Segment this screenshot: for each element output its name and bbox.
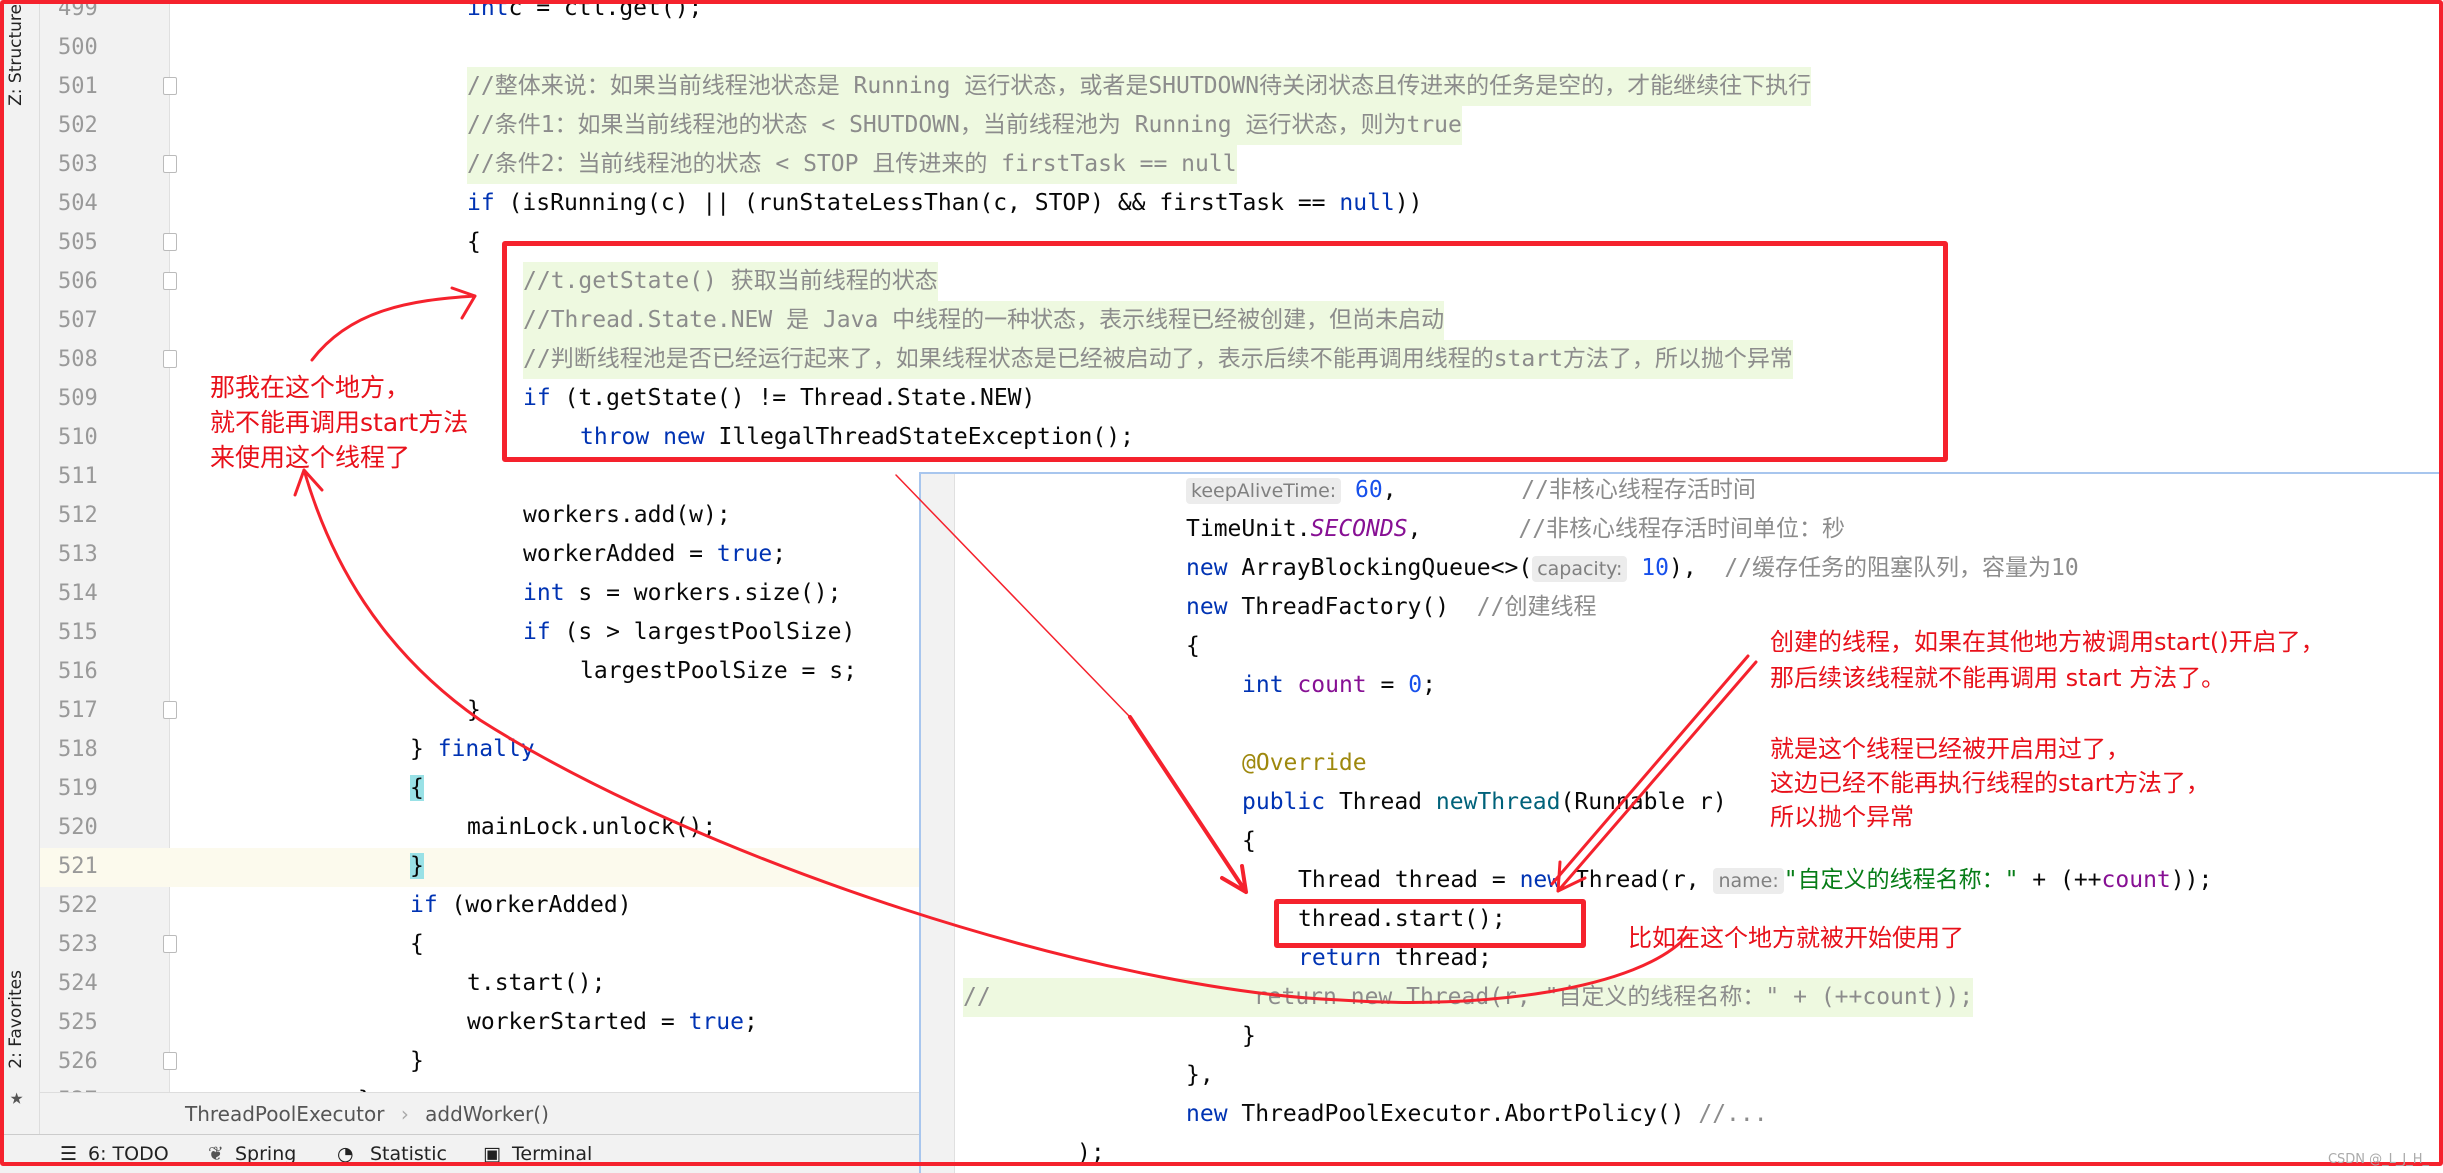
watermark: CSDN @_L_J_H_ bbox=[2327, 1152, 2429, 1167]
curve-start-to-note bbox=[293, 468, 1690, 1004]
arrow-note-to-thread bbox=[1550, 654, 1758, 893]
arrow-box-to-start-thin bbox=[895, 474, 1131, 718]
arrow-to-brace bbox=[310, 286, 477, 362]
annotation-arrows bbox=[293, 286, 1758, 1004]
arrow-box-to-start bbox=[1128, 715, 1248, 894]
